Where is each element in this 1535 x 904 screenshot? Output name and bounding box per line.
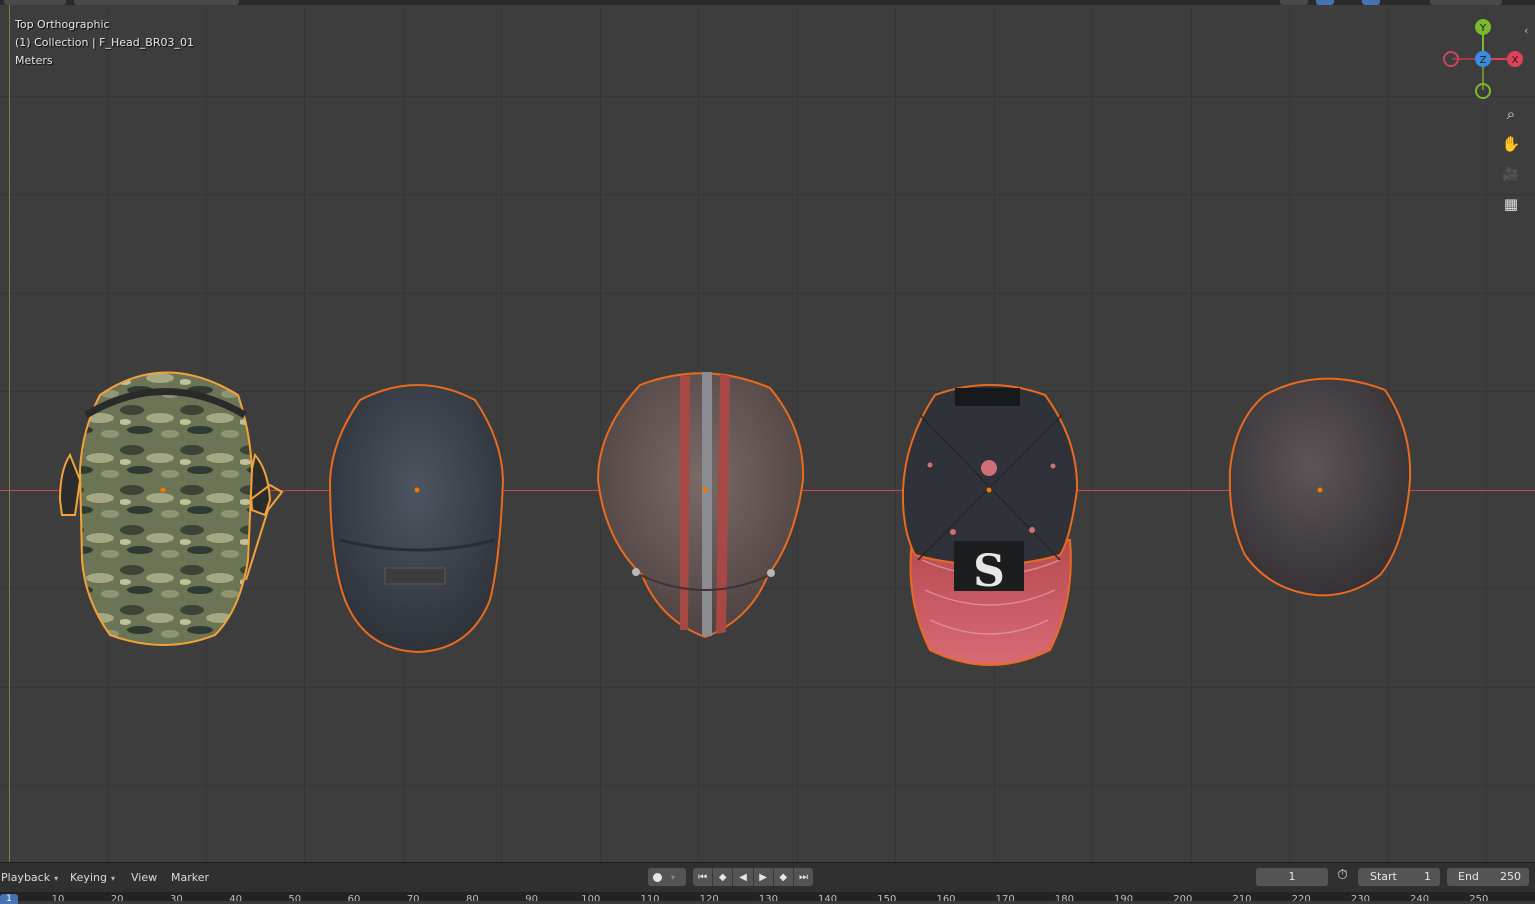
- ruler-tick-label: 200: [1173, 894, 1193, 901]
- units-label: Meters: [15, 54, 53, 67]
- ruler-tick-label: 140: [818, 894, 838, 901]
- mode-button[interactable]: [4, 0, 66, 5]
- ruler-tick-label: 120: [699, 894, 719, 901]
- end-value: 250: [1500, 870, 1521, 883]
- ruler-tick-label: 220: [1291, 894, 1311, 901]
- shading-buttons[interactable]: [1430, 0, 1502, 5]
- beanie-cap[interactable]: [1228, 377, 1412, 597]
- ruler-tick-label: 30: [170, 894, 183, 901]
- playback-controls: ⏮ ◆ ◀ ▶ ◆ ⏭: [693, 868, 813, 886]
- viewport-grid: S: [0, 0, 1535, 862]
- ruler-tick-label: 110: [640, 894, 660, 901]
- auto-keying-button[interactable]: ▾: [648, 868, 686, 886]
- ruler-tick-label: 170: [995, 894, 1015, 901]
- ruler-tick-label: 240: [1410, 894, 1430, 901]
- ruler-tick-label: 250: [1469, 894, 1489, 901]
- camera-view-icon[interactable]: 🎥: [1498, 161, 1524, 187]
- overlay-toggle-button[interactable]: [1362, 0, 1380, 5]
- view-menu[interactable]: View: [131, 870, 157, 888]
- ruler-tick-label: 100: [581, 894, 601, 901]
- collection-label: (1) Collection | F_Head_BR03_01: [15, 36, 194, 49]
- ruler-tick-label: 230: [1350, 894, 1370, 901]
- prev-keyframe-icon[interactable]: ◆: [713, 868, 734, 886]
- ruler-tick-label: 190: [1114, 894, 1134, 901]
- sidebar-expand-icon[interactable]: ‹: [1524, 24, 1528, 37]
- 3d-viewport[interactable]: S Top Orthographic (1) Collection | F_He…: [0, 0, 1535, 862]
- viewport-header-strip: [0, 0, 1535, 5]
- jump-start-icon[interactable]: ⏮: [693, 868, 714, 886]
- stopwatch-icon[interactable]: ⏱: [1337, 867, 1348, 883]
- timeline-ruler[interactable]: 10 20 30 40 50 60 70 80 90 100 110 120 130 140 150 160 1…: [0, 892, 1535, 901]
- ruler-tick-label: 150: [877, 894, 897, 901]
- ruler-tick-label: 210: [1232, 894, 1252, 901]
- jump-end-icon[interactable]: ⏭: [794, 868, 813, 886]
- baseball-cap-s[interactable]: S: [901, 384, 1079, 666]
- current-frame-indicator[interactable]: 1: [0, 894, 18, 904]
- ortho-grid-icon[interactable]: ▦: [1498, 191, 1524, 217]
- ruler-tick-label: 130: [758, 894, 778, 901]
- view-name-label: Top Orthographic: [15, 18, 110, 31]
- current-frame-field[interactable]: 1: [1256, 868, 1328, 886]
- start-value: 1: [1424, 870, 1431, 883]
- cap-logo-letter: S: [973, 546, 1005, 597]
- gizmo-toggle-button[interactable]: [1316, 0, 1334, 5]
- chevron-down-icon: ▾: [110, 874, 115, 883]
- play-icon[interactable]: ▶: [754, 868, 774, 886]
- svg-text:Y: Y: [1479, 23, 1487, 34]
- ruler-tick-label: 180: [1054, 894, 1074, 901]
- ruler-tick-label: 70: [406, 894, 420, 901]
- ruler-tick-label: 90: [525, 894, 538, 901]
- ruler-tick-label: 80: [466, 894, 479, 901]
- ruler-tick-label: 60: [347, 894, 361, 901]
- chevron-down-icon: ▾: [54, 874, 59, 883]
- next-keyframe-icon[interactable]: ◆: [774, 868, 794, 886]
- play-reverse-icon[interactable]: ◀: [733, 868, 754, 886]
- ruler-tick-label: 20: [110, 894, 124, 901]
- view-options-button[interactable]: [1280, 0, 1308, 5]
- navigation-gizmo[interactable]: Y X Z: [1440, 18, 1530, 100]
- keying-menu[interactable]: Keying ▾: [70, 870, 115, 888]
- ruler-tick-label: 50: [288, 894, 302, 901]
- playback-menu[interactable]: Playback ▾: [1, 870, 58, 888]
- start-frame-field[interactable]: Start 1: [1358, 868, 1440, 886]
- zoom-icon[interactable]: ⌕: [1498, 101, 1524, 127]
- start-label: Start: [1370, 870, 1397, 883]
- record-icon: [653, 872, 662, 882]
- marker-menu[interactable]: Marker: [171, 870, 209, 888]
- svg-text:X: X: [1512, 55, 1519, 66]
- ruler-tick-label: 40: [229, 894, 242, 901]
- end-frame-field[interactable]: End 250: [1447, 868, 1529, 886]
- pan-hand-icon[interactable]: ✋: [1498, 131, 1524, 157]
- header-menus[interactable]: [74, 0, 239, 5]
- gray-cap[interactable]: [328, 384, 505, 654]
- chevron-down-icon: ▾: [671, 872, 676, 882]
- ruler-tick-label: 10: [51, 894, 65, 901]
- end-label: End: [1458, 870, 1479, 883]
- ruler-tick-label: 160: [936, 894, 956, 901]
- svg-text:Z: Z: [1480, 55, 1487, 66]
